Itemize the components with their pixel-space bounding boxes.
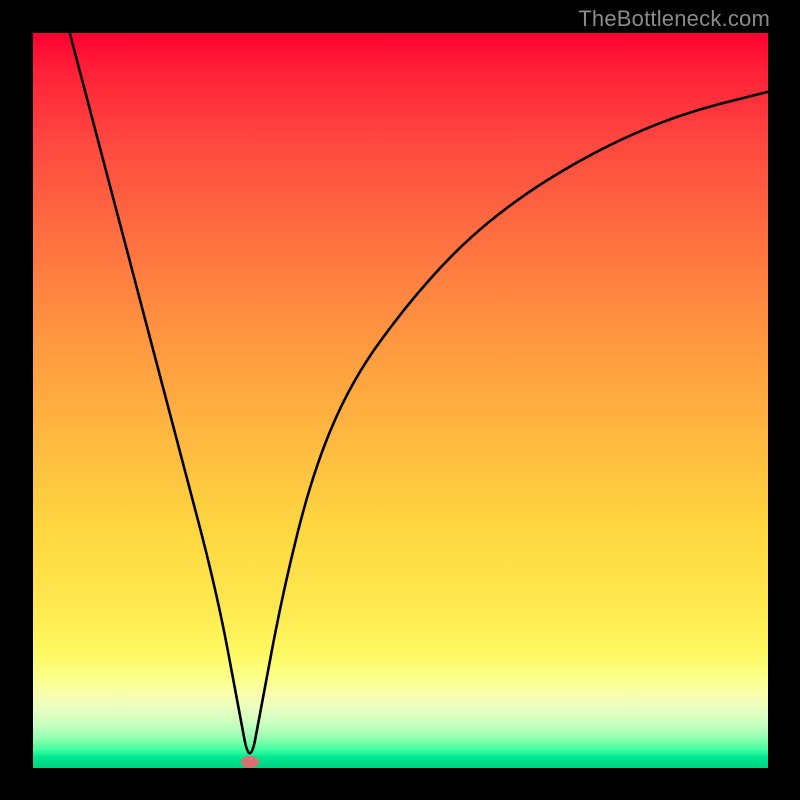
optimal-marker (241, 756, 259, 768)
plot-area (33, 33, 768, 768)
watermark-text: TheBottleneck.com (578, 6, 770, 32)
bottleneck-curve (33, 33, 768, 768)
chart-frame: TheBottleneck.com (0, 0, 800, 800)
